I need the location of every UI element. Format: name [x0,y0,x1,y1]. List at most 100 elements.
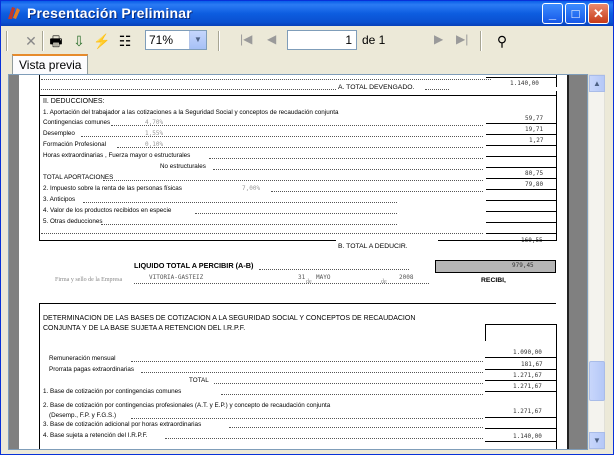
rule [486,77,556,78]
section-rule [438,240,556,241]
dot-leader [209,158,483,159]
rule [485,324,556,325]
minimize-button[interactable]: _ [542,3,563,24]
dot-leader [195,213,397,214]
border-line [556,75,557,87]
remuneracion-label: Remuneración mensual [49,355,116,362]
toolbar-grip [6,31,8,51]
rule [486,178,556,179]
month-value: MAYO [316,274,331,281]
zoom-value: 71% [149,33,174,47]
separator [42,31,44,51]
formacion-label: Formación Profesional [43,141,106,148]
deducciones-title: II. DEDUCCIONES: [43,98,105,105]
close-button[interactable]: ✕ [588,3,609,24]
rule [486,134,556,135]
base2-label-b: (Desemp., F.P. y F.G.S.) [49,412,117,419]
scroll-up-button[interactable]: ▲ [589,75,605,92]
close-preview-button[interactable]: ✕ [21,31,41,51]
dot-leader [214,383,483,384]
horas-extra-label: Horas extraordinarias , Fuerza mayor o e… [43,152,191,159]
scroll-down-button[interactable]: ▼ [589,432,605,449]
dot-leader [271,191,483,192]
print-button[interactable]: 🖶 [46,31,66,51]
dot-leader [101,224,397,225]
tree-button[interactable]: ☷ [115,31,135,51]
dot-leader [111,125,483,126]
remuneracion-value: 1.090,00 [513,349,542,356]
border-line [39,91,40,241]
dot-leader [131,361,483,362]
last-page-button[interactable]: ▶| [456,32,468,46]
aportacion-title: 1. Aportación del trabajador a las cotiz… [43,109,339,116]
dot-leader [117,147,483,148]
binoculars-icon: ⚲ [496,33,508,49]
arrow-down-icon: ▼ [593,436,601,445]
refresh-button[interactable]: ⚡ [92,31,112,51]
dot-leader [131,418,483,419]
base1-value: 1.271,67 [513,383,542,390]
dot-leader [41,233,483,234]
find-button[interactable]: ⚲ [492,31,512,51]
base2-value: 1.271,67 [513,408,542,415]
prorrata-label: Prorrata pagas extraordinarias [49,366,135,373]
vertical-scrollbar[interactable]: ▲ ▼ [588,74,605,450]
scroll-thumb[interactable] [589,361,605,401]
base4-label: 4. Base sujeta a retención del I.R.P.F. [43,432,148,439]
tab-vista-previa[interactable]: Vista previa [12,54,89,74]
dot-leader [134,283,429,284]
dot-leader [83,202,397,203]
rule [485,417,556,418]
border-line [556,91,557,241]
liquido-label: LIQUIDO TOTAL A PERCIBIR (A-B) [134,261,254,270]
base2-label-a: 2. Base de cotización por contingencias … [43,402,331,409]
last-page-icon: ▶| [456,32,469,46]
dot-leader [221,394,483,395]
tab-strip: Vista previa [4,54,610,74]
toolbar: ✕ 🖶 ⇩ ⚡ ☷ 71% ▼ |◀ ◀ 1 de 1 ▶ ▶| ⚲ [4,27,610,54]
rule [486,222,556,223]
no-estructurales-label: No estructurales [160,163,206,170]
lightning-icon: ⚡ [93,33,111,49]
total-value: 1.271,67 [513,372,542,379]
otras-deducciones-label: 5. Otras deducciones [43,218,103,225]
de-label-1: de [306,279,312,285]
dot-leader [41,89,336,90]
rule [486,189,556,190]
formacion-value: 1,27 [529,137,544,144]
export-button[interactable]: ⇩ [69,31,89,51]
dot-leader [41,79,491,80]
base4-value: 1.140,00 [513,433,542,440]
maximize-button[interactable]: □ [565,3,586,24]
especie-label: 4. Valor de los productos recibidos en e… [43,207,172,214]
zoom-select[interactable]: 71% ▼ [145,30,207,50]
title-bar: Presentación Preliminar _ □ ✕ [1,1,613,26]
recibi-label: RECIBI, [481,277,506,284]
base1-label: 1. Base de cotización por contingencias … [43,388,182,395]
rule [486,233,556,234]
rule [485,380,556,381]
total-aportaciones-value: 80,75 [525,170,544,177]
arrow-up-icon: ▲ [593,79,601,88]
prev-page-button[interactable]: ◀ [267,32,276,46]
dot-leader [165,438,483,439]
page-number-input[interactable]: 1 [287,30,357,50]
chevron-down-icon[interactable]: ▼ [189,31,206,49]
prev-page-icon: ◀ [267,32,277,46]
next-page-icon: ▶ [434,32,444,46]
irpf-value: 79,80 [525,181,544,188]
first-page-button[interactable]: |◀ [240,32,252,46]
minimize-icon: _ [548,6,557,21]
rule [485,357,556,358]
section-rule [39,240,336,241]
preview-viewport[interactable]: A. TOTAL DEVENGADO. 1.140,00 II. DEDUCCI… [8,74,588,450]
tree-icon: ☷ [118,33,132,49]
city-value: VITORIA-GASTEIZ [149,274,204,281]
next-page-button[interactable]: ▶ [434,32,443,46]
separator [218,31,220,51]
border-line [556,324,557,449]
rule [486,167,556,168]
maximize-icon: □ [571,6,580,21]
dot-leader [81,136,483,137]
window-title: Presentación Preliminar [27,5,192,21]
